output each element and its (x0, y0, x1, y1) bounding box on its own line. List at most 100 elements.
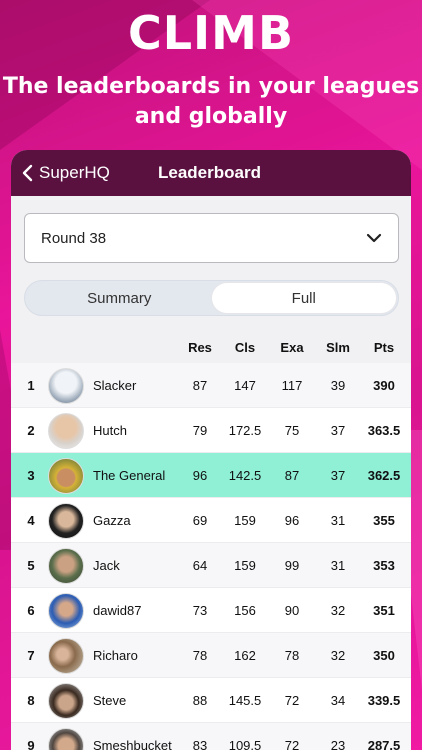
cls-cell: 145.5 (228, 693, 262, 708)
res-cell: 96 (192, 468, 208, 483)
table-row[interactable]: 9 Smeshbucket 83 109.5 72 23 287.5 (11, 723, 411, 750)
tab-full[interactable]: Full (211, 283, 396, 313)
rank-cell: 2 (27, 423, 35, 438)
avatar (48, 593, 84, 629)
slm-cell: 32 (330, 648, 346, 663)
back-label: SuperHQ (39, 163, 110, 182)
avatar (48, 503, 84, 539)
cls-cell: 142.5 (228, 468, 262, 483)
res-cell: 83 (192, 738, 208, 750)
col-slm: Slm (326, 340, 350, 355)
pts-cell: 287.5 (367, 738, 401, 750)
pts-cell: 350 (373, 648, 395, 663)
res-cell: 64 (192, 558, 208, 573)
cls-cell: 162 (234, 648, 256, 663)
player-name: Gazza (93, 513, 131, 528)
exa-cell: 99 (284, 558, 300, 573)
promo-subline-1: The leaderboards in your leagues (2, 74, 420, 99)
rank-cell: 5 (27, 558, 35, 573)
rank-cell: 7 (27, 648, 35, 663)
leaderboard-rows: 1 Slacker 87 147 117 39 390 2 Hutch 79 172.5 75 37 36… (11, 363, 411, 750)
avatar (48, 728, 84, 750)
tab-summary[interactable]: Summary (27, 283, 212, 313)
table-row[interactable]: 7 Richaro 78 162 78 32 350 (11, 633, 411, 678)
player-name: The General (93, 468, 166, 483)
res-cell: 79 (192, 423, 208, 438)
avatar (48, 368, 84, 404)
slm-cell: 23 (330, 738, 346, 750)
pts-cell: 351 (373, 603, 395, 618)
exa-cell: 72 (284, 738, 300, 750)
table-row[interactable]: 2 Hutch 79 172.5 75 37 363.5 (11, 408, 411, 453)
chevron-left-icon (22, 164, 33, 182)
res-cell: 87 (192, 378, 208, 393)
nav-bar: SuperHQ Leaderboard (11, 150, 411, 196)
table-row[interactable]: 1 Slacker 87 147 117 39 390 (11, 363, 411, 408)
exa-cell: 72 (284, 693, 300, 708)
table-row[interactable]: 3 The General 96 142.5 87 37 362.5 (11, 453, 411, 498)
cls-cell: 156 (234, 603, 256, 618)
cls-cell: 159 (234, 513, 256, 528)
pts-cell: 390 (373, 378, 395, 393)
col-pts: Pts (373, 340, 395, 355)
avatar (48, 413, 84, 449)
cls-cell: 172.5 (228, 423, 262, 438)
avatar (48, 638, 84, 674)
cls-cell: 109.5 (228, 738, 262, 750)
pts-cell: 362.5 (367, 468, 401, 483)
player-name: Slacker (93, 378, 137, 393)
back-button[interactable]: SuperHQ (11, 150, 110, 196)
res-cell: 78 (192, 648, 208, 663)
player-name: Hutch (93, 423, 127, 438)
table-row[interactable]: 8 Steve 88 145.5 72 34 339.5 (11, 678, 411, 723)
avatar (48, 683, 84, 719)
table-header: Res Cls Exa Slm Pts (11, 332, 411, 362)
table-row[interactable]: 6 dawid87 73 156 90 32 351 (11, 588, 411, 633)
round-select-value: Round 38 (41, 229, 107, 247)
round-select[interactable]: Round 38 (24, 213, 399, 263)
slm-cell: 37 (330, 468, 346, 483)
cls-cell: 147 (234, 378, 256, 393)
exa-cell: 75 (284, 423, 300, 438)
col-res: Res (188, 340, 212, 355)
pts-cell: 339.5 (367, 693, 401, 708)
res-cell: 88 (192, 693, 208, 708)
slm-cell: 31 (330, 558, 346, 573)
col-cls: Cls (234, 340, 256, 355)
slm-cell: 31 (330, 513, 346, 528)
pts-cell: 363.5 (367, 423, 401, 438)
rank-cell: 1 (27, 378, 35, 393)
phone-screen: SuperHQ Leaderboard Round 38 Summary Ful… (11, 150, 411, 750)
slm-cell: 39 (330, 378, 346, 393)
cls-cell: 159 (234, 558, 256, 573)
view-toggle: Summary Full (24, 280, 399, 316)
col-exa: Exa (280, 340, 304, 355)
player-name: dawid87 (93, 603, 142, 618)
rank-cell: 3 (27, 468, 35, 483)
table-row[interactable]: 5 Jack 64 159 99 31 353 (11, 543, 411, 588)
rank-cell: 9 (27, 738, 35, 750)
slm-cell: 34 (330, 693, 346, 708)
promo-subline-2: and globally (134, 104, 288, 129)
pts-cell: 353 (373, 558, 395, 573)
exa-cell: 117 (281, 378, 303, 393)
res-cell: 69 (192, 513, 208, 528)
player-name: Jack (93, 558, 120, 573)
leaderboard-body: Round 38 Summary Full Res Cls Exa Slm Pt… (11, 196, 411, 750)
slm-cell: 37 (330, 423, 346, 438)
rank-cell: 4 (27, 513, 35, 528)
rank-cell: 6 (27, 603, 35, 618)
res-cell: 73 (192, 603, 208, 618)
pts-cell: 355 (373, 513, 395, 528)
avatar (48, 548, 84, 584)
exa-cell: 90 (284, 603, 300, 618)
table-row[interactable]: 4 Gazza 69 159 96 31 355 (11, 498, 411, 543)
rank-cell: 8 (27, 693, 35, 708)
promo-subline: The leaderboards in your leagues and glo… (0, 72, 422, 132)
page-title: Leaderboard (158, 163, 261, 182)
player-name: Smeshbucket (93, 738, 172, 750)
avatar (48, 458, 84, 494)
player-name: Richaro (93, 648, 138, 663)
exa-cell: 96 (284, 513, 300, 528)
promo-headline: CLIMB (127, 6, 295, 60)
